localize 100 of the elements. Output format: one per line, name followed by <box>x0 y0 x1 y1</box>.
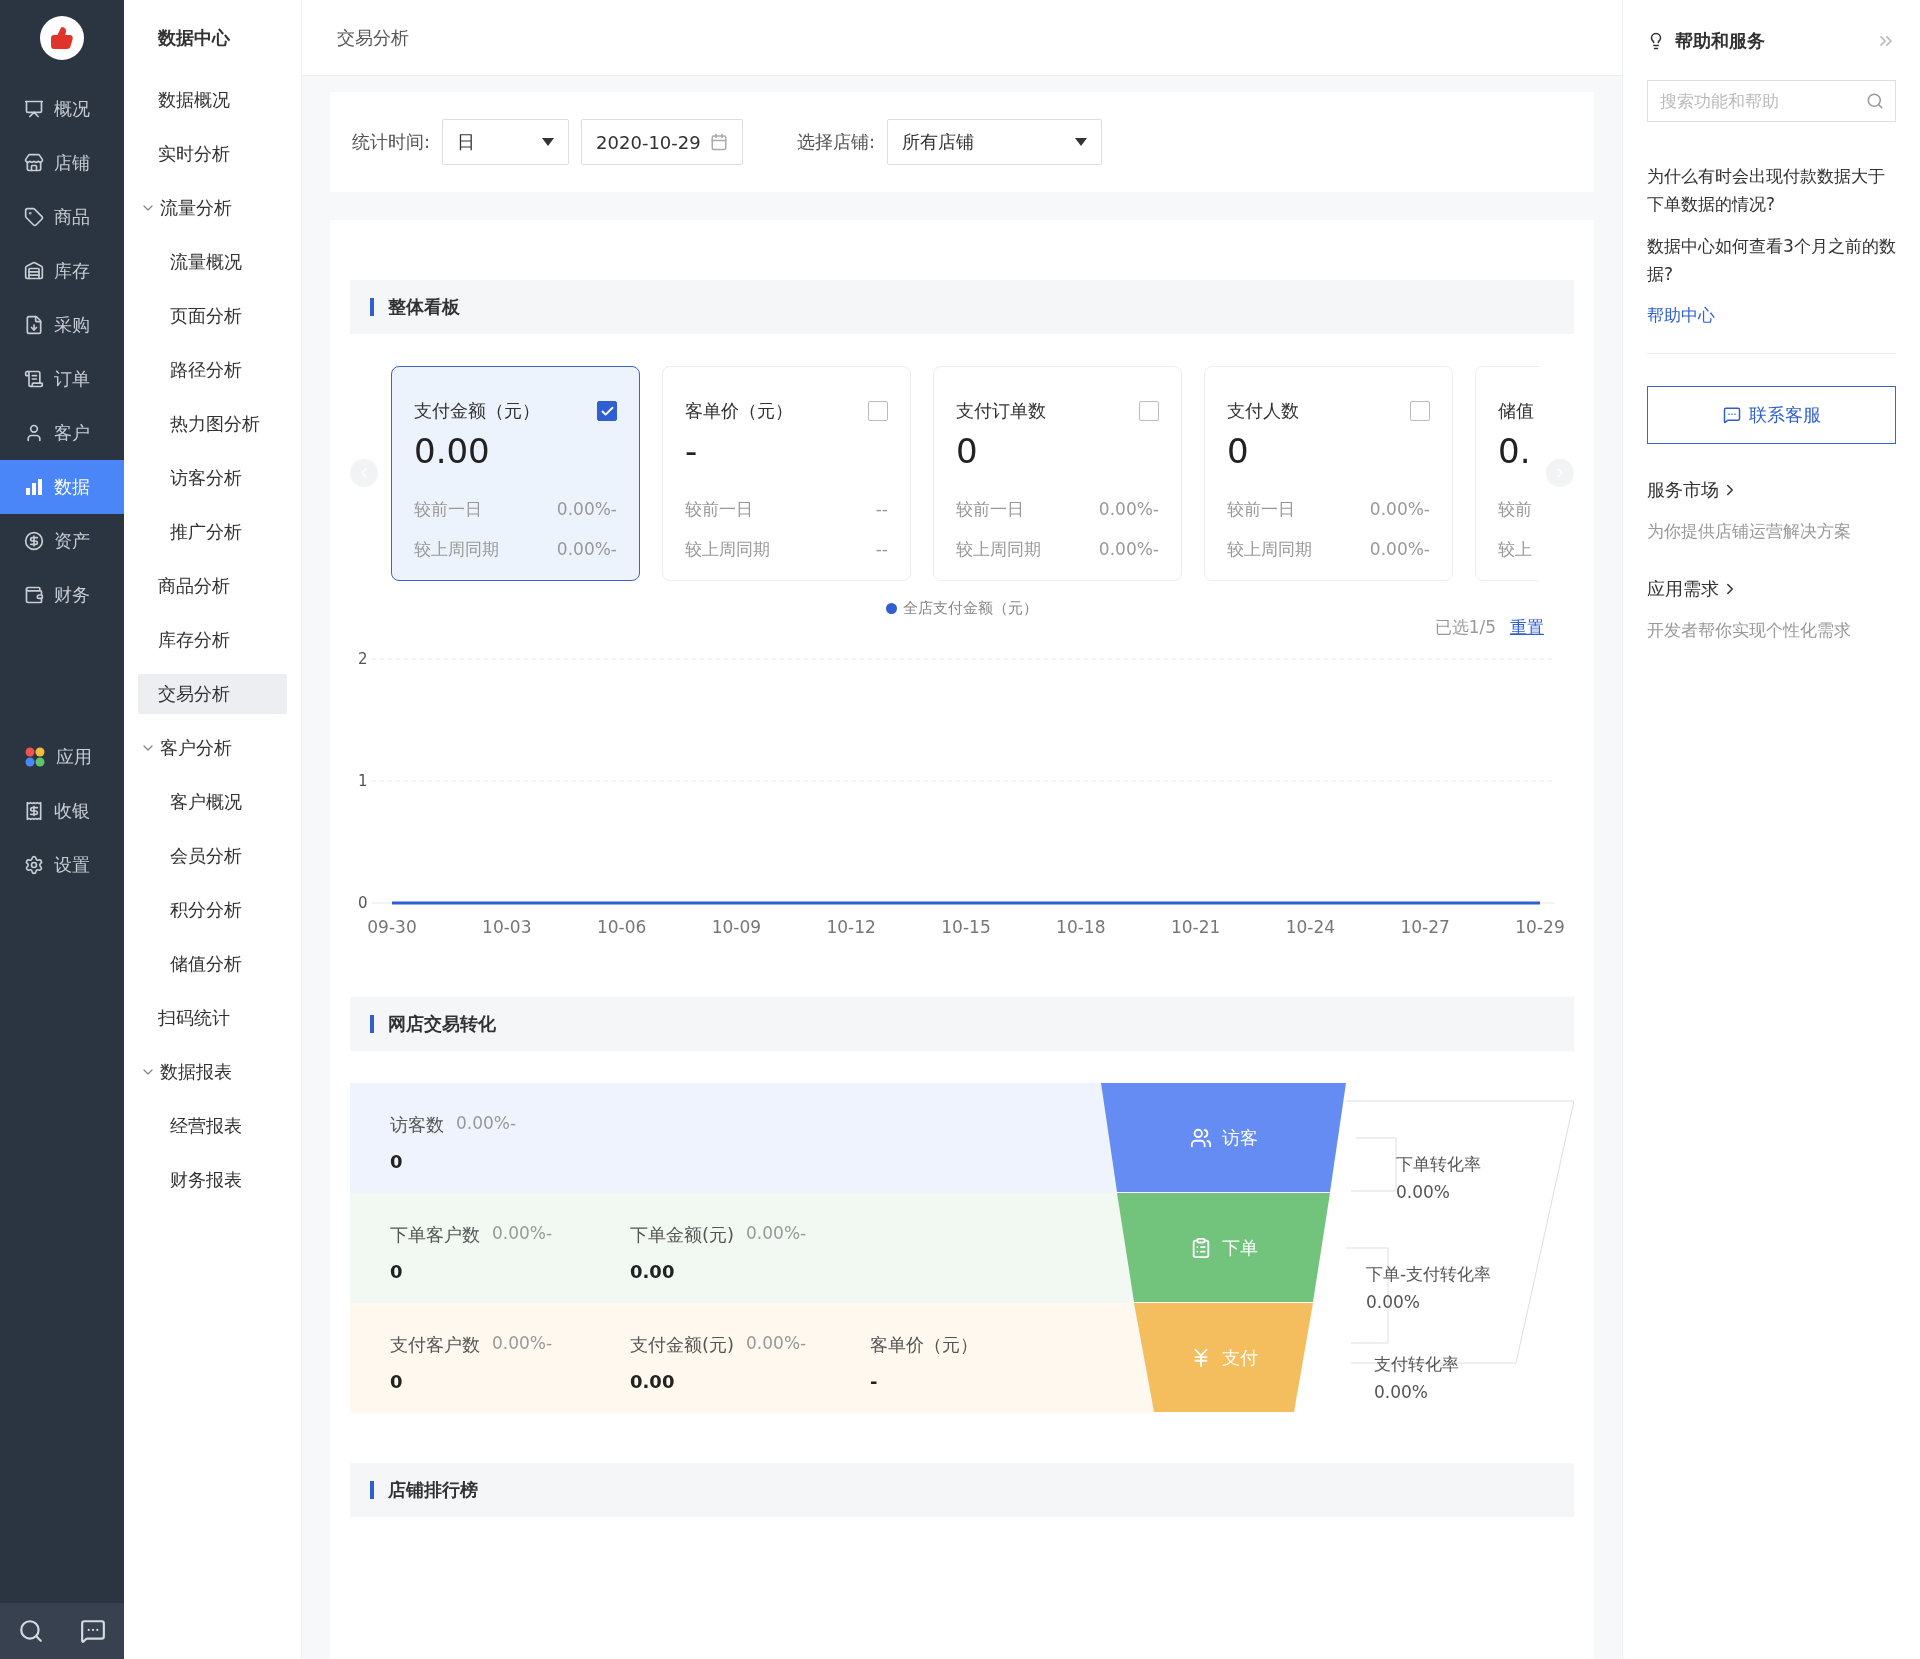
checkbox[interactable] <box>1410 401 1430 421</box>
sidebar-item[interactable]: 财务 <box>0 568 124 622</box>
sidebar-item[interactable]: 资产 <box>0 514 124 568</box>
x-tick-label: 10-18 <box>1056 917 1106 937</box>
rate-label: 下单-支付转化率 <box>1366 1263 1492 1286</box>
subnav-item[interactable]: 扫码统计 <box>138 998 287 1038</box>
subnav-item[interactable]: 流量分析 <box>138 188 287 228</box>
subnav-item[interactable]: 数据概况 <box>138 80 287 120</box>
sidebar-item[interactable]: 店铺 <box>0 136 124 190</box>
metric-change: 0.00%- <box>492 1333 553 1355</box>
metric-value: 0 <box>390 1151 404 1172</box>
apps-icon <box>24 746 46 768</box>
service-link[interactable]: 应用需求 <box>1647 577 1896 601</box>
subnav-item[interactable]: 经营报表 <box>138 1106 287 1146</box>
chat-icon[interactable] <box>80 1618 106 1644</box>
help-question-link[interactable]: 为什么有时会出现付款数据大于下单数据的情况? <box>1647 162 1896 218</box>
metric-value: - <box>685 431 699 471</box>
subnav-item[interactable]: 会员分析 <box>138 836 287 876</box>
subnav-title: 数据中心 <box>157 26 231 50</box>
receipt-icon <box>24 801 44 821</box>
subnav-item[interactable]: 热力图分析 <box>138 404 287 444</box>
subnav-item[interactable]: 访客分析 <box>138 458 287 498</box>
subnav-item[interactable]: 页面分析 <box>138 296 287 336</box>
sidebar-item[interactable]: 商品 <box>0 190 124 244</box>
people-icon <box>1189 1126 1212 1149</box>
sidebar-icon <box>24 153 44 173</box>
sidebar-item[interactable]: 客户 <box>0 406 124 460</box>
sidebar-item[interactable]: 订单 <box>0 352 124 406</box>
metric-title: 客单价（元） <box>685 399 793 423</box>
metric-value: 0.00 <box>630 1371 676 1392</box>
subnav-item[interactable]: 客户概况 <box>138 782 287 822</box>
metric-title: 支付人数 <box>1227 399 1299 423</box>
metric-change: 0.00%- <box>492 1223 553 1245</box>
metric-change: 0.00%- <box>746 1333 807 1355</box>
metric-card[interactable]: 客单价（元） - 较前一日 -- 较上周同期 -- <box>662 366 911 581</box>
section-title: 店铺排行榜 <box>388 1478 478 1502</box>
x-tick-label: 10-29 <box>1515 917 1565 937</box>
compare-label: 较上周同期 <box>1227 537 1312 561</box>
metric-label: 客单价（元） <box>870 1333 978 1357</box>
subnav-item[interactable]: 路径分析 <box>138 350 287 390</box>
period-select[interactable]: 日 <box>442 119 570 165</box>
sidebar-item[interactable]: 应用 <box>0 730 124 784</box>
sidebar-icon <box>24 423 44 443</box>
help-center-link[interactable]: 帮助中心 <box>1647 304 1896 327</box>
checkbox[interactable] <box>1139 401 1159 421</box>
subnav-item[interactable]: 实时分析 <box>138 134 287 174</box>
metric-card[interactable]: 支付订单数 0 较前一日 0.00%- 较上周同期 0.00%- <box>933 366 1182 581</box>
sidebar-icon <box>24 531 44 551</box>
subnav-item[interactable]: 储值分析 <box>138 944 287 984</box>
subnav-item[interactable]: 客户分析 <box>138 728 287 768</box>
compare-label: 较前一日 <box>685 497 753 521</box>
section-title: 整体看板 <box>388 295 460 319</box>
metric-card[interactable]: 支付人数 0 较前一日 0.00%- 较上周同期 0.00%- <box>1204 366 1453 581</box>
breadcrumb: 交易分析 <box>337 25 409 50</box>
metric-value: 0 <box>390 1261 404 1282</box>
search-icon[interactable] <box>18 1618 44 1644</box>
subnav-item[interactable]: 商品分析 <box>138 566 287 606</box>
compare-value: 0.00%- <box>1369 499 1430 519</box>
metric-label: 下单客户数 <box>390 1223 480 1247</box>
subnav-item[interactable]: 财务报表 <box>138 1160 287 1200</box>
date-field[interactable]: 2020-10-29 <box>581 119 744 165</box>
metric-change: 0.00%- <box>746 1223 807 1245</box>
funnel-stage: 访客 <box>1101 1083 1346 1192</box>
compare-value: 0.00%- <box>1098 539 1159 559</box>
metric-card[interactable]: 支付金额（元） 0.00 较前一日 0.00%- 较上周同期 0.00%- <box>391 366 640 581</box>
compare-label: 较前一日 <box>414 497 482 521</box>
sidebar-item[interactable]: 收银 <box>0 784 124 838</box>
checkbox[interactable] <box>868 401 888 421</box>
metric-title: 支付金额（元） <box>414 399 540 423</box>
subnav-item[interactable]: 数据报表 <box>138 1052 287 1092</box>
service-link[interactable]: 服务市场 <box>1647 478 1896 502</box>
y-tick-label: 2 <box>358 650 368 668</box>
calendar-icon <box>710 133 729 151</box>
contact-button[interactable]: 联系客服 <box>1647 386 1896 444</box>
x-tick-label: 10-27 <box>1400 917 1450 937</box>
help-question-link[interactable]: 数据中心如何查看3个月之前的数据? <box>1647 232 1896 288</box>
reset-link[interactable]: 重置 <box>1510 616 1544 639</box>
rate-value: 0.00% <box>1366 1292 1421 1312</box>
metric-value: - <box>870 1371 879 1392</box>
compare-label: 较前 <box>1498 497 1532 521</box>
sidebar-item[interactable]: 概况 <box>0 82 124 136</box>
sidebar-item[interactable]: 采购 <box>0 298 124 352</box>
sidebar-item[interactable]: 设置 <box>0 838 124 892</box>
subnav-item[interactable]: 流量概况 <box>138 242 287 282</box>
metric-value: 0 <box>1227 431 1250 471</box>
store-select[interactable]: 所有店铺 <box>887 119 1103 165</box>
chat-icon <box>1722 406 1741 424</box>
x-tick-label: 10-15 <box>941 917 991 937</box>
subnav-item[interactable]: 积分分析 <box>138 890 287 930</box>
subnav-item[interactable]: 交易分析 <box>138 674 287 714</box>
compare-value: -- <box>875 499 888 519</box>
subnav-item[interactable]: 库存分析 <box>138 620 287 660</box>
search-field[interactable]: 搜索功能和帮助 <box>1647 80 1896 122</box>
sidebar-icon <box>24 261 44 281</box>
metric-card[interactable]: 储值 0. 较前 较上 <box>1475 366 1539 581</box>
subnav-item[interactable]: 推广分析 <box>138 512 287 552</box>
sidebar-item[interactable]: 库存 <box>0 244 124 298</box>
checkbox[interactable] <box>597 401 617 421</box>
x-tick-label: 10-24 <box>1285 917 1336 937</box>
metric-label: 支付客户数 <box>390 1333 480 1357</box>
